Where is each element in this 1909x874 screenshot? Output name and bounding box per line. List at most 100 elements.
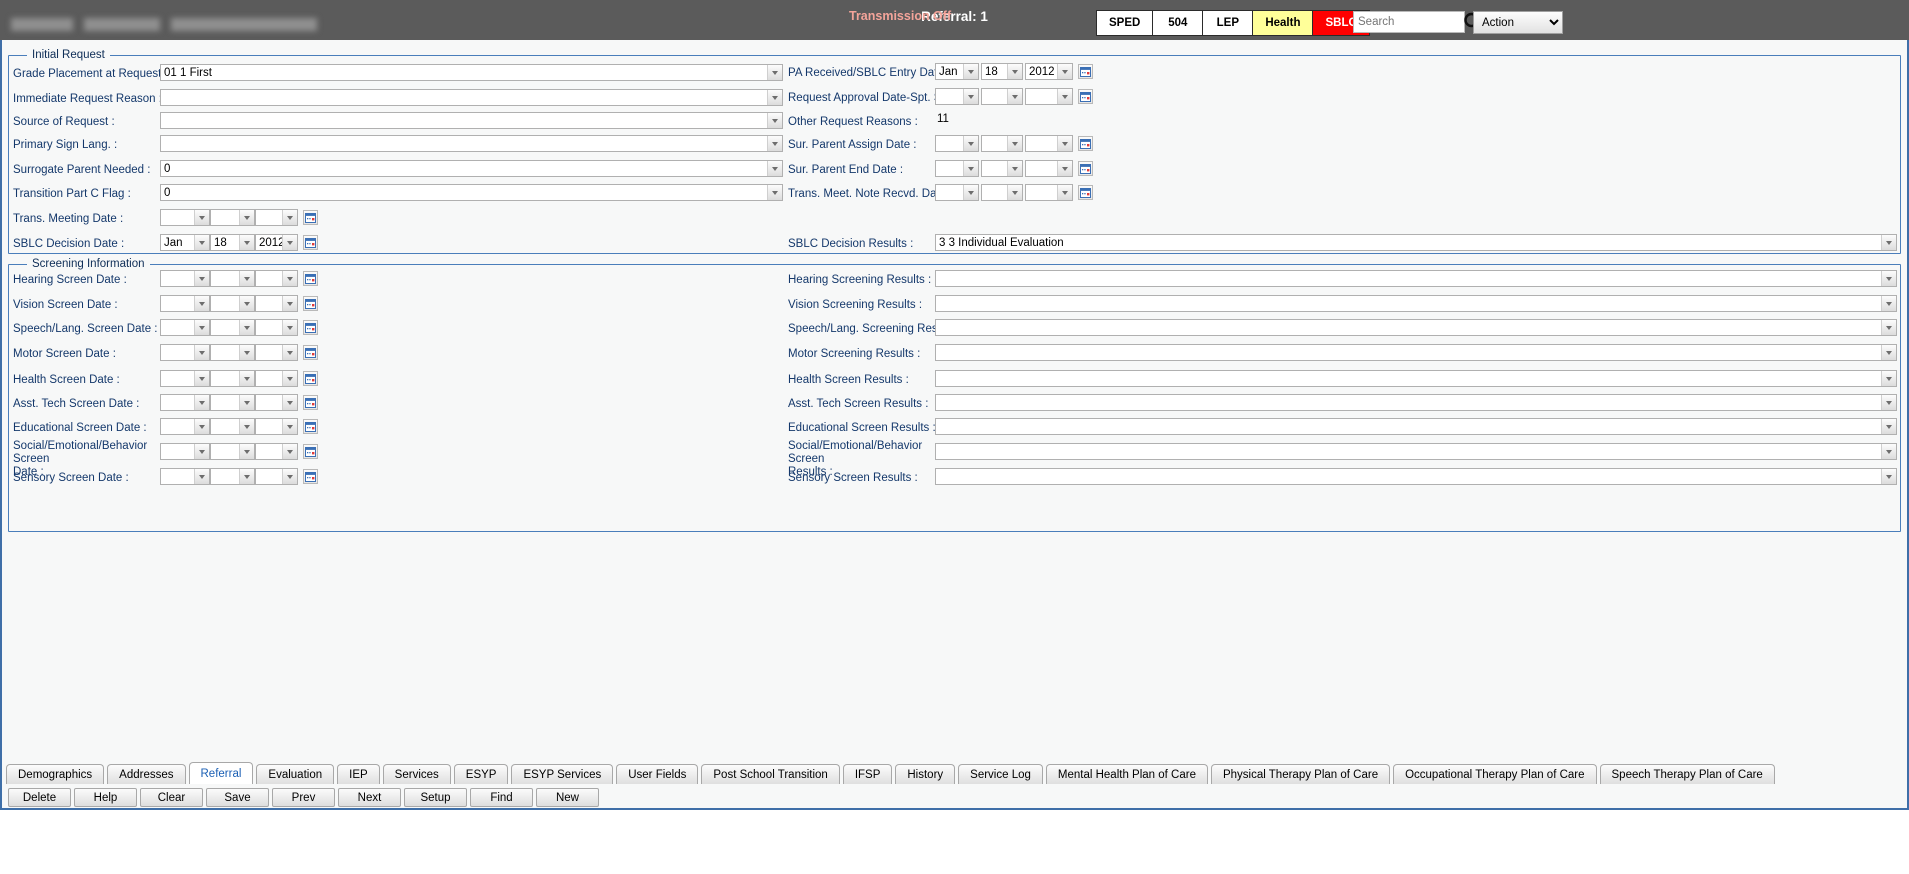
select-sensory-screen-results[interactable] xyxy=(935,468,1897,485)
select-pa-received-day[interactable]: 18 xyxy=(981,63,1023,80)
mode-button-sped[interactable]: SPED xyxy=(1097,11,1154,35)
select-trans-meeting-date-month[interactable] xyxy=(160,209,210,226)
select-motor-screen-month[interactable] xyxy=(160,344,210,361)
select-speech-lang-screen-day[interactable] xyxy=(210,319,255,336)
setup-button[interactable]: Setup xyxy=(404,788,467,807)
select-motor-screen-year[interactable] xyxy=(255,344,298,361)
select-primary-sign-lang[interactable] xyxy=(160,135,783,152)
calendar-icon-hearing-screen[interactable] xyxy=(303,271,318,286)
tab-service-log[interactable]: Service Log xyxy=(958,764,1043,784)
select-motor-screening-results[interactable] xyxy=(935,344,1897,361)
select-educational-screen-day[interactable] xyxy=(210,418,255,435)
calendar-icon-health-screen[interactable] xyxy=(303,371,318,386)
next-button[interactable]: Next xyxy=(338,788,401,807)
tab-history[interactable]: History xyxy=(895,764,956,784)
select-health-screen-day[interactable] xyxy=(210,370,255,387)
select-social-emotional-screen-year[interactable] xyxy=(255,443,298,460)
select-sblc-decision-date-month[interactable]: Jan xyxy=(160,234,210,251)
select-sblc-decision-date-day[interactable]: 18 xyxy=(210,234,255,251)
select-vision-screen-month[interactable] xyxy=(160,295,210,312)
select-trans-meeting-date-day[interactable] xyxy=(210,209,255,226)
select-sensory-screen-month[interactable] xyxy=(160,468,210,485)
tab-mental-health-plan-of-care[interactable]: Mental Health Plan of Care xyxy=(1045,764,1208,784)
select-social-emotional-screen-month[interactable] xyxy=(160,443,210,460)
tab-evaluation[interactable]: Evaluation xyxy=(256,764,335,784)
select-sur-parent-end-year[interactable] xyxy=(1025,160,1073,177)
mode-button-504[interactable]: 504 xyxy=(1153,11,1204,35)
select-asst-tech-screen-month[interactable] xyxy=(160,394,210,411)
select-motor-screen-day[interactable] xyxy=(210,344,255,361)
select-trans-meet-note-month[interactable] xyxy=(935,184,979,201)
select-vision-screening-results[interactable] xyxy=(935,295,1897,312)
new-button[interactable]: New xyxy=(536,788,599,807)
select-educational-screen-year[interactable] xyxy=(255,418,298,435)
calendar-icon-sblc-decision-date[interactable] xyxy=(303,235,318,250)
select-hearing-screen-day[interactable] xyxy=(210,270,255,287)
select-request-approval-day[interactable] xyxy=(981,88,1023,105)
select-trans-meeting-date-year[interactable] xyxy=(255,209,298,226)
select-sur-parent-assign-year[interactable] xyxy=(1025,135,1073,152)
search-input[interactable] xyxy=(1353,11,1465,33)
calendar-icon-sensory-screen[interactable] xyxy=(303,469,318,484)
calendar-icon-social-emotional-screen[interactable] xyxy=(303,444,318,459)
tab-occupational-therapy-plan-of-care[interactable]: Occupational Therapy Plan of Care xyxy=(1393,764,1597,784)
clear-button[interactable]: Clear xyxy=(140,788,203,807)
select-transition-part-c-flag[interactable]: 0 xyxy=(160,184,783,201)
tab-esyp-services[interactable]: ESYP Services xyxy=(511,764,614,784)
calendar-icon-vision-screen[interactable] xyxy=(303,296,318,311)
select-educational-screen-results[interactable] xyxy=(935,418,1897,435)
calendar-icon-sur-parent-end[interactable] xyxy=(1078,161,1093,176)
prev-button[interactable]: Prev xyxy=(272,788,335,807)
calendar-icon-pa-received[interactable] xyxy=(1078,64,1093,79)
select-immediate-request-reason[interactable] xyxy=(160,89,783,106)
select-pa-received-month[interactable]: Jan xyxy=(935,63,979,80)
select-hearing-screening-results[interactable] xyxy=(935,270,1897,287)
tab-addresses[interactable]: Addresses xyxy=(107,764,186,784)
mode-button-health[interactable]: Health xyxy=(1253,11,1314,35)
select-health-screen-year[interactable] xyxy=(255,370,298,387)
select-health-screen-month[interactable] xyxy=(160,370,210,387)
calendar-icon-trans-meet-note[interactable] xyxy=(1078,185,1093,200)
select-asst-tech-screen-results[interactable] xyxy=(935,394,1897,411)
select-health-screen-results[interactable] xyxy=(935,370,1897,387)
select-speech-lang-screening-results[interactable] xyxy=(935,319,1897,336)
select-trans-meet-note-day[interactable] xyxy=(981,184,1023,201)
select-sur-parent-assign-day[interactable] xyxy=(981,135,1023,152)
action-dropdown[interactable]: Action xyxy=(1473,11,1563,34)
select-request-approval-month[interactable] xyxy=(935,88,979,105)
select-social-emotional-screen-results[interactable] xyxy=(935,443,1897,460)
calendar-icon-speech-lang-screen[interactable] xyxy=(303,320,318,335)
select-pa-received-year[interactable]: 2012 xyxy=(1025,63,1073,80)
select-vision-screen-year[interactable] xyxy=(255,295,298,312)
tab-referral[interactable]: Referral xyxy=(188,762,254,784)
select-vision-screen-day[interactable] xyxy=(210,295,255,312)
calendar-icon-educational-screen[interactable] xyxy=(303,419,318,434)
tab-user-fields[interactable]: User Fields xyxy=(616,764,699,784)
select-request-approval-year[interactable] xyxy=(1025,88,1073,105)
select-sur-parent-assign-month[interactable] xyxy=(935,135,979,152)
tab-esyp[interactable]: ESYP xyxy=(453,764,509,784)
help-button[interactable]: Help xyxy=(74,788,137,807)
tab-demographics[interactable]: Demographics xyxy=(6,764,105,784)
select-speech-lang-screen-year[interactable] xyxy=(255,319,298,336)
select-sensory-screen-day[interactable] xyxy=(210,468,255,485)
tab-ifsp[interactable]: IFSP xyxy=(842,764,893,784)
select-surrogate-parent-needed[interactable]: 0 xyxy=(160,160,783,177)
select-grade-placement[interactable]: 01 1 First xyxy=(160,64,783,81)
select-trans-meet-note-year[interactable] xyxy=(1025,184,1073,201)
calendar-icon-asst-tech-screen[interactable] xyxy=(303,395,318,410)
tab-services[interactable]: Services xyxy=(382,764,451,784)
select-social-emotional-screen-day[interactable] xyxy=(210,443,255,460)
save-button[interactable]: Save xyxy=(206,788,269,807)
select-source-of-request[interactable] xyxy=(160,112,783,129)
select-hearing-screen-year[interactable] xyxy=(255,270,298,287)
mode-button-lep[interactable]: LEP xyxy=(1203,11,1254,35)
calendar-icon-trans-meeting-date[interactable] xyxy=(303,210,318,225)
select-sblc-decision-results[interactable]: 3 3 Individual Evaluation xyxy=(935,234,1897,251)
select-speech-lang-screen-month[interactable] xyxy=(160,319,210,336)
select-asst-tech-screen-year[interactable] xyxy=(255,394,298,411)
tab-physical-therapy-plan-of-care[interactable]: Physical Therapy Plan of Care xyxy=(1210,764,1391,784)
select-asst-tech-screen-day[interactable] xyxy=(210,394,255,411)
select-sblc-decision-date-year[interactable]: 2012 xyxy=(255,234,298,251)
select-sur-parent-end-day[interactable] xyxy=(981,160,1023,177)
